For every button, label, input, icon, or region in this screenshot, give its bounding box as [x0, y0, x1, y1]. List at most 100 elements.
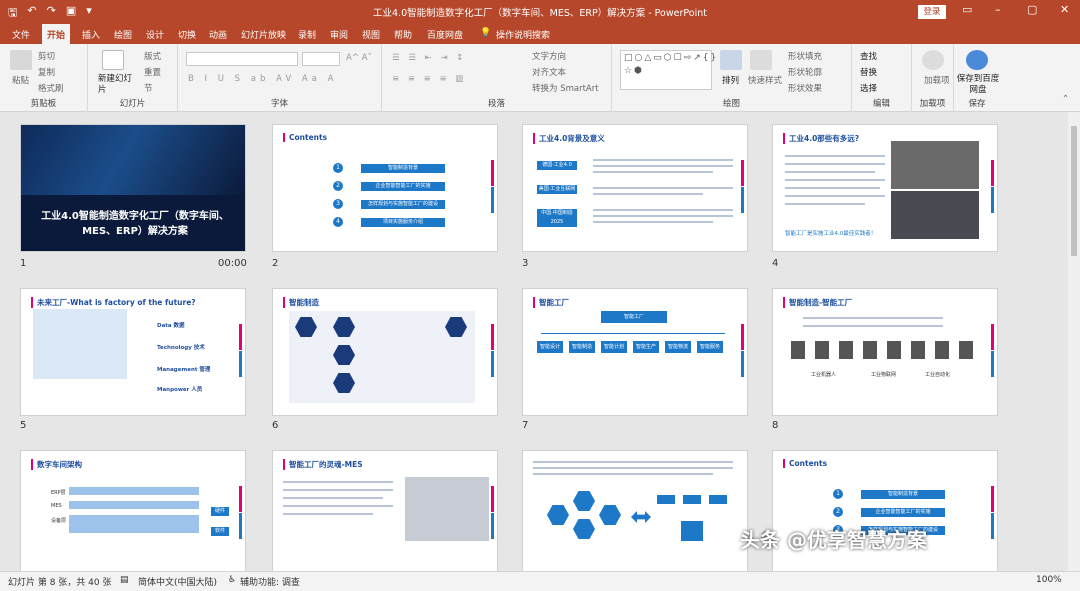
tab-home[interactable]: 开始 [42, 24, 71, 44]
select-button[interactable]: 选择 [860, 82, 877, 94]
accent-bar [991, 160, 994, 186]
pillar-label: Data 数据 [157, 323, 185, 329]
accent-bar [991, 513, 994, 539]
arrange-icon[interactable] [720, 50, 742, 70]
shapes-gallery[interactable]: □○△▭⬡☐⇨↗{}☆⬢ [620, 50, 716, 90]
pillar-label: Manpower 人员 [157, 387, 203, 393]
format-painter-button[interactable]: 格式刷 [38, 82, 64, 94]
quick-styles-button[interactable]: 快速样式 [748, 74, 782, 86]
tab-record[interactable]: 录制 [298, 28, 316, 41]
align-icons[interactable]: ≡ ≡ ≡ ≡ ▥ [392, 74, 466, 84]
slide-thumbnail-8[interactable]: 智能制造-智能工厂 工业机器人 工业物联网 工业自动化 [772, 288, 998, 416]
text-line [785, 163, 885, 165]
smartart-button[interactable]: 转换为 SmartArt [532, 82, 599, 94]
contents-number: 1 [333, 163, 343, 173]
paste-button[interactable]: 粘贴 [12, 74, 29, 86]
minimize-icon[interactable]: – [995, 3, 1001, 16]
slide-thumbnail-7[interactable]: 智能工厂 智能工厂 智能设计 智能制造 智能计划 智能生产 智能物流 智能服务 [522, 288, 748, 416]
login-button[interactable]: 登录 [918, 5, 946, 19]
font-name-field[interactable] [186, 52, 298, 66]
zoom-level[interactable]: 100% [1036, 575, 1062, 585]
slide-thumbnail-10[interactable]: 智能工厂的灵魂-MES [272, 450, 498, 571]
slide-thumbnail-5[interactable]: 未来工厂-What is factory of the future? Data… [20, 288, 246, 416]
side-label: 软件 [211, 527, 229, 536]
slide-heading: 工业4.0背景及意义 [533, 133, 605, 144]
category-label: 工业自动化 [925, 372, 951, 378]
addin-button[interactable]: 加载项 [924, 74, 950, 86]
addin-label: 加载项 [919, 99, 946, 109]
clipboard-label: 剪贴板 [30, 99, 57, 109]
addin-icon[interactable] [922, 50, 944, 70]
tab-file[interactable]: 文件 [12, 28, 30, 41]
replace-button[interactable]: 替换 [860, 66, 877, 78]
ribbon-display-icon[interactable]: ▭ [962, 3, 972, 16]
list-icons[interactable]: ☰ ☰ ⇤ ⇥ ↕ [392, 53, 466, 63]
shape-effects-button[interactable]: 形状效果 [788, 82, 822, 94]
tab-transitions[interactable]: 切换 [178, 28, 196, 41]
org-node: 智能物流 [665, 341, 691, 353]
scrollbar-thumb[interactable] [1071, 126, 1077, 256]
language-indicator[interactable]: 简体中文(中国大陆) [138, 575, 217, 588]
text-line [803, 317, 943, 319]
layer-bar [69, 487, 199, 495]
text-line [283, 505, 393, 507]
tab-draw[interactable]: 绘图 [114, 28, 132, 41]
close-icon[interactable]: ✕ [1060, 3, 1069, 16]
slide-number: 4 [772, 258, 779, 269]
copy-button[interactable]: 复制 [38, 66, 55, 78]
tell-me-search[interactable]: 操作说明搜索 [496, 28, 550, 41]
factory-photo [891, 191, 979, 239]
font-size-field[interactable] [302, 52, 340, 66]
maximize-icon[interactable]: ▢ [1027, 3, 1037, 16]
org-node: 智能服务 [697, 341, 723, 353]
vertical-scrollbar[interactable] [1068, 112, 1080, 571]
ribbon-tabs: 文件 开始 插入 绘图 设计 切换 动画 幻灯片放映 录制 审阅 视图 帮助 百… [0, 24, 1080, 44]
grow-font-icon[interactable]: A^ A˅ [346, 53, 372, 63]
slide-thumbnail-3[interactable]: 工业4.0背景及意义 德国·工业4.0 美国·工业互联网 中国·中国制造2025 [522, 124, 748, 252]
accent-bar [741, 187, 744, 213]
layer-bar [69, 501, 199, 509]
accent-bar [491, 513, 494, 539]
cut-button[interactable]: 剪切 [38, 50, 55, 62]
tab-baidu[interactable]: 百度网盘 [427, 28, 463, 41]
hexagon-node [573, 519, 595, 539]
section-button[interactable]: 节 [144, 82, 153, 94]
slide-thumbnail-1[interactable]: 工业4.0智能制造数字化工厂（数字车间、MES、ERP）解决方案 [20, 124, 246, 252]
find-button[interactable]: 查找 [860, 50, 877, 62]
tab-review[interactable]: 审阅 [330, 28, 348, 41]
shape-outline-button[interactable]: 形状轮廓 [788, 66, 822, 78]
tab-slideshow[interactable]: 幻灯片放映 [241, 28, 286, 41]
org-node: 智能生产 [633, 341, 659, 353]
layout-button[interactable]: 版式 [144, 50, 161, 62]
paste-icon[interactable] [10, 50, 32, 70]
baidu-cloud-icon[interactable] [966, 50, 988, 70]
save-to-baidu-button[interactable]: 保存到百度网盘 [956, 74, 1000, 96]
contents-number: 4 [333, 217, 343, 227]
title-bar: 🖫 ↶ ↷ ▣ ▾ 工业4.0智能制造数字化工厂（数字车间、MES、ERP）解决… [0, 0, 1080, 24]
slide-thumbnail-2[interactable]: Contents 1 智能制造背景 2 企业智能智能工厂的实施 3 怎样规划与实… [272, 124, 498, 252]
slide-thumbnail-9[interactable]: 数字车间架构 ERP层 MES 设备层 硬件 软件 [20, 450, 246, 571]
quick-styles-icon[interactable] [750, 50, 772, 70]
new-slide-icon[interactable] [102, 50, 124, 70]
tab-design[interactable]: 设计 [146, 28, 164, 41]
text-direction-button[interactable]: 文字方向 [532, 50, 566, 62]
accent-bar [239, 513, 242, 539]
collapse-ribbon-icon[interactable]: ⌃ [1062, 94, 1069, 104]
tab-view[interactable]: 视图 [362, 28, 380, 41]
accessibility-status[interactable]: 辅助功能: 调查 [240, 575, 300, 588]
tab-insert[interactable]: 插入 [82, 28, 100, 41]
slide-thumbnail-11[interactable] [522, 450, 748, 571]
slide-thumbnail-4[interactable]: 工业4.0那些有多远? 智能工厂是实施工业4.0最佳实践者！ [772, 124, 998, 252]
arrange-button[interactable]: 排列 [722, 74, 739, 86]
shape-fill-button[interactable]: 形状填充 [788, 50, 822, 62]
accent-bar [741, 324, 744, 350]
reset-button[interactable]: 重置 [144, 66, 161, 78]
new-slide-button[interactable]: 新建幻灯片 [98, 74, 132, 96]
slide-thumbnail-6[interactable]: 智能制造 [272, 288, 498, 416]
tab-animations[interactable]: 动画 [209, 28, 227, 41]
spellcheck-icon[interactable]: ▤ [120, 575, 129, 585]
slide-count-info[interactable]: 幻灯片 第 8 张，共 40 张 [8, 575, 111, 588]
align-text-button[interactable]: 对齐文本 [532, 66, 566, 78]
tab-help[interactable]: 帮助 [394, 28, 412, 41]
font-format-icons[interactable]: B I U S ab AV Aa A [188, 74, 337, 84]
